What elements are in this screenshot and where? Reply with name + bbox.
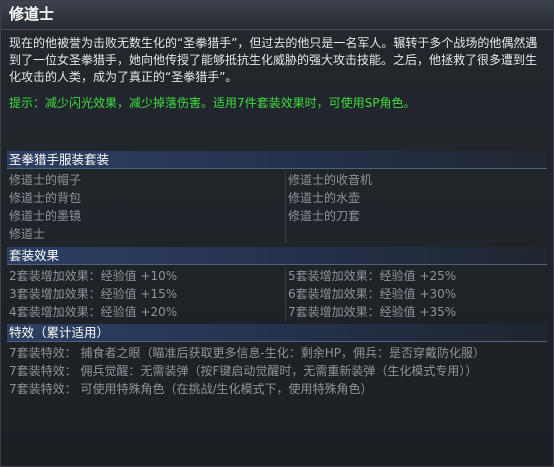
special-effects-list: 7套装特效： 捕食者之眼（瞄准后获取更多信息-生化：剩余HP，佣兵：是否穿戴防化… xyxy=(9,344,547,398)
set-effects-list: 2套装增加效果：经验值 +10% 3套装增加效果：经验值 +15% 4套装增加效… xyxy=(9,267,547,321)
set-item: 修道士的墨镜 xyxy=(9,209,82,223)
set-item: 修道士的背包 xyxy=(9,191,82,205)
set-effect: 7套装增加效果：经验值 +35% xyxy=(288,305,457,319)
set-effect: 2套装增加效果：经验值 +10% xyxy=(9,269,178,283)
set-effects-right-column: 5套装增加效果：经验值 +25% 6套装增加效果：经验值 +30% 7套装增加效… xyxy=(285,267,554,321)
set-effects-header: 套装效果 xyxy=(7,247,547,265)
set-item: 修道士的帽子 xyxy=(9,173,82,187)
set-effects-left-column: 2套装增加效果：经验值 +10% 3套装增加效果：经验值 +15% 4套装增加效… xyxy=(9,267,285,321)
set-effect: 5套装增加效果：经验值 +25% xyxy=(288,269,457,283)
set-item: 修道士的水壶 xyxy=(288,191,361,205)
special-effect: 7套装特效： 可使用特殊角色（在挑战/生化模式下，使用特殊角色） xyxy=(9,382,373,396)
special-effect: 7套装特效： 捕食者之眼（瞄准后获取更多信息-生化：剩余HP，佣兵：是否穿戴防化… xyxy=(9,346,486,360)
set-items-header: 圣拳猎手服装套装 xyxy=(7,151,547,169)
set-effect: 3套装增加效果：经验值 +15% xyxy=(9,287,178,301)
set-items-list: 修道士的帽子 修道士的背包 修道士的墨镜 修道士 修道士的收音机 修道士的水壶 … xyxy=(9,171,547,243)
special-effect: 7套装特效： 佣兵觉醒：无需装弹（按F键启动觉醒时，无需重新装弹（生化模式专用）… xyxy=(9,364,478,378)
item-hint: 提示：减少闪光效果，减少掉落伤害。适用7件套装效果时，可使用SP角色。 xyxy=(9,96,416,110)
item-description: 现在的他被誉为击败无数生化的“圣拳猎手”，但过去的他只是一名军人。辗转于多个战场… xyxy=(9,36,538,84)
set-effect: 4套装增加效果：经验值 +20% xyxy=(9,305,178,319)
set-item: 修道士 xyxy=(9,227,46,241)
item-tooltip: 修道士 现在的他被誉为击败无数生化的“圣拳猎手”，但过去的他只是一名军人。辗转于… xyxy=(0,0,554,467)
set-item: 修道士的收音机 xyxy=(288,173,373,187)
set-items-left-column: 修道士的帽子 修道士的背包 修道士的墨镜 修道士 xyxy=(9,171,285,243)
set-items-right-column: 修道士的收音机 修道士的水壶 修道士的刀套 xyxy=(285,171,554,243)
set-effect: 6套装增加效果：经验值 +30% xyxy=(288,287,457,301)
item-title: 修道士 xyxy=(1,1,553,30)
set-item: 修道士的刀套 xyxy=(288,209,361,223)
special-effects-header: 特效（累计适用） xyxy=(7,324,547,342)
